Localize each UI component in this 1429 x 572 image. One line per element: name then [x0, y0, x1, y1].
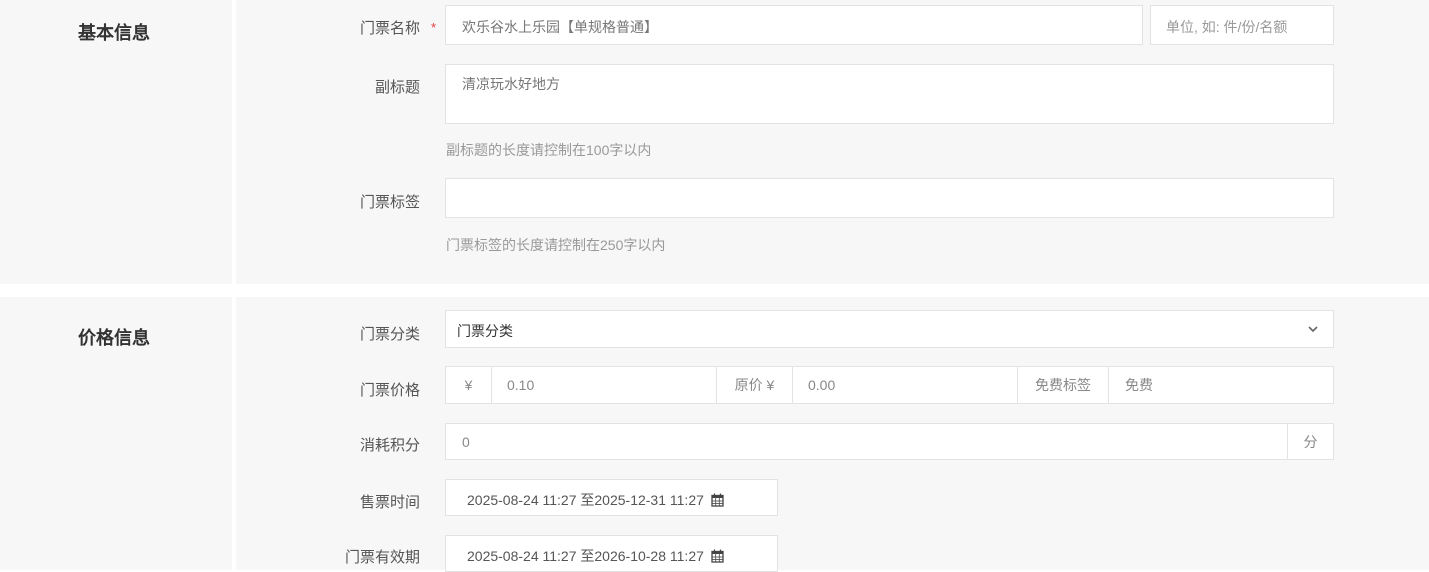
ticket-name-label: 门票名称: [359, 20, 420, 37]
validity-value: 2025-08-24 11:27 至2026-10-28 11:27: [467, 548, 704, 564]
ticket-tag-input[interactable]: [445, 178, 1334, 218]
unit-input[interactable]: 单位, 如: 件/份/名额: [1150, 5, 1334, 45]
validity-label: 门票有效期: [344, 549, 420, 566]
points-unit-addon: 分: [1288, 424, 1333, 459]
original-price-input[interactable]: 0.00: [793, 367, 1018, 403]
calendar-icon: [711, 549, 724, 566]
section-divider: [232, 297, 236, 570]
free-tag-input[interactable]: 免费: [1109, 367, 1333, 403]
price-info-section: 价格信息 门票分类 门票分类 门票价格 ¥ 0.10 原价 ¥ 0.00 免费标…: [0, 297, 1429, 572]
ticket-name-value: 欢乐谷水上乐园【单规格普通】: [462, 19, 658, 35]
points-label: 消耗积分: [359, 437, 420, 454]
calendar-icon: [711, 493, 724, 510]
ticket-price-group: ¥ 0.10 原价 ¥ 0.00 免费标签 免费: [445, 366, 1334, 404]
required-mark: *: [431, 20, 437, 35]
free-tag-value: 免费: [1125, 377, 1153, 393]
subtitle-help-text: 副标题的长度请控制在100字以内: [446, 142, 652, 158]
sale-time-value: 2025-08-24 11:27 至2025-12-31 11:27: [467, 492, 704, 508]
ticket-category-value: 门票分类: [457, 323, 513, 339]
chevron-down-icon: [1307, 322, 1319, 338]
subtitle-label: 副标题: [374, 79, 420, 96]
price-value: 0.10: [507, 377, 535, 393]
ticket-category-select[interactable]: 门票分类: [445, 310, 1334, 348]
original-price-value: 0.00: [808, 377, 836, 393]
ticket-price-label: 门票价格: [359, 382, 420, 399]
currency-addon: ¥: [446, 367, 492, 403]
points-input[interactable]: 0: [446, 424, 1288, 459]
ticket-name-input[interactable]: 欢乐谷水上乐园【单规格普通】: [445, 5, 1143, 45]
sale-time-picker[interactable]: 2025-08-24 11:27 至2025-12-31 11:27: [445, 479, 778, 516]
price-info-title: 价格信息: [78, 328, 150, 348]
points-group: 0 分: [445, 423, 1334, 460]
validity-picker[interactable]: 2025-08-24 11:27 至2026-10-28 11:27: [445, 535, 778, 572]
free-tag-addon: 免费标签: [1018, 367, 1109, 403]
ticket-tag-label: 门票标签: [359, 194, 420, 211]
subtitle-textarea[interactable]: 清凉玩水好地方: [445, 64, 1334, 124]
unit-placeholder: 单位, 如: 件/份/名额: [1166, 19, 1288, 35]
basic-info-section: 基本信息 门票名称 * 欢乐谷水上乐园【单规格普通】 单位, 如: 件/份/名额…: [0, 0, 1429, 284]
subtitle-value: 清凉玩水好地方: [462, 76, 560, 92]
points-value: 0: [462, 433, 470, 450]
sale-time-label: 售票时间: [359, 494, 420, 511]
basic-info-title: 基本信息: [78, 23, 150, 43]
ticket-tag-help-text: 门票标签的长度请控制在250字以内: [446, 237, 666, 253]
sale-time-range: 2025-08-24 11:27 至2025-12-31 11:27: [467, 490, 724, 510]
original-price-addon: 原价 ¥: [717, 367, 793, 403]
section-divider: [232, 0, 236, 284]
ticket-category-label: 门票分类: [359, 326, 420, 343]
price-input[interactable]: 0.10: [492, 367, 717, 403]
validity-range: 2025-08-24 11:27 至2026-10-28 11:27: [467, 546, 724, 566]
